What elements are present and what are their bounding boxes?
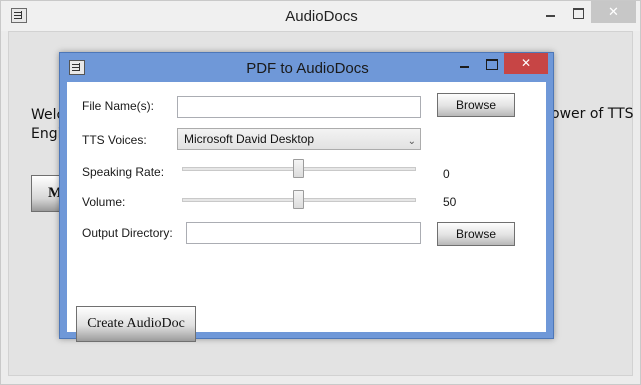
- close-icon[interactable]: ✕: [591, 1, 636, 23]
- dialog-content: File Name(s): Browse TTS Voices: Microso…: [67, 82, 546, 342]
- volume-value: 50: [443, 195, 457, 209]
- output-directory-input[interactable]: [186, 222, 421, 244]
- tts-voice-selected: Microsoft David Desktop: [184, 132, 315, 146]
- chevron-down-icon: ⌄: [407, 136, 416, 147]
- output-directory-label: Output Directory:: [82, 226, 173, 240]
- dialog-minimize-icon[interactable]: [452, 53, 478, 74]
- dialog-maximize-icon[interactable]: [478, 53, 504, 74]
- volume-label: Volume:: [82, 195, 126, 209]
- file-name-label: File Name(s):: [82, 99, 155, 113]
- dialog-close-icon[interactable]: ✕: [504, 53, 548, 74]
- file-name-input[interactable]: [177, 96, 421, 118]
- browse-output-button[interactable]: Browse: [437, 222, 515, 246]
- speaking-rate-value: 0: [443, 167, 450, 181]
- speaking-rate-label: Speaking Rate:: [82, 165, 165, 179]
- speaking-rate-slider-thumb[interactable]: [293, 159, 304, 178]
- maximize-icon[interactable]: [563, 1, 593, 23]
- minimize-icon[interactable]: [535, 1, 565, 23]
- main-titlebar[interactable]: AudioDocs ✕: [1, 1, 640, 31]
- browse-file-button[interactable]: Browse: [437, 93, 515, 117]
- create-audiodoc-button[interactable]: Create AudioDoc: [76, 306, 196, 342]
- volume-slider-thumb[interactable]: [293, 190, 304, 209]
- welcome-text-right: ower of TTS: [551, 106, 634, 122]
- pdf-to-audiodocs-dialog: PDF to AudioDocs ✕ File Name(s): Browse …: [59, 52, 554, 342]
- tts-voice-dropdown[interactable]: Microsoft David Desktop ⌄: [177, 128, 421, 150]
- tts-voices-label: TTS Voices:: [82, 133, 147, 147]
